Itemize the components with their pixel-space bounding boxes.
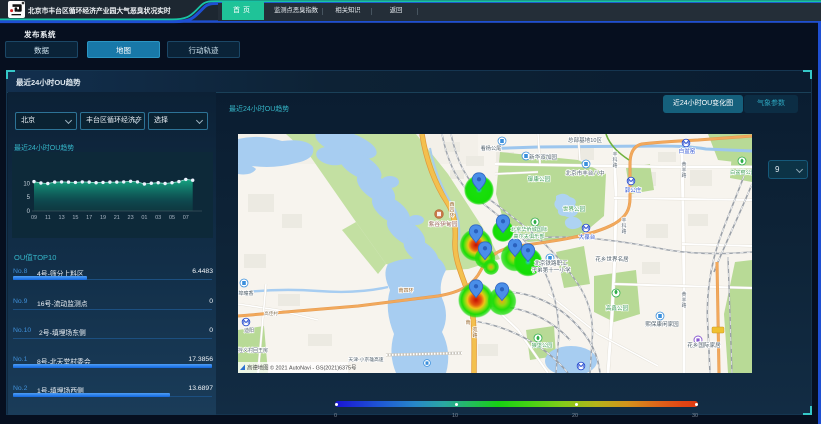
svg-text:19: 19 [100,215,106,221]
svg-text:迪阳: 迪阳 [244,327,254,334]
svg-text:路: 路 [472,332,477,339]
svg-text:高鑫公园: 高鑫公园 [606,304,629,312]
svg-text:环: 环 [449,213,454,219]
svg-text:南四环: 南四环 [398,287,413,294]
svg-text:大葆台: 大葆台 [579,233,596,241]
svg-text:狼垡公园: 狼垡公园 [532,341,553,349]
svg-text:总部基地10区: 总部基地10区 [568,136,603,144]
svg-text:高尔夫俱乐部: 高尔夫俱乐部 [513,232,544,240]
svg-text:御康公园: 御康公园 [528,175,551,183]
svg-text:11: 11 [45,215,51,221]
svg-text:17: 17 [86,215,92,221]
svg-text:花乡世界名居: 花乡世界名居 [595,255,629,263]
svg-text:天津-小京雄高速: 天津-小京雄高速 [348,356,383,363]
svg-text:5: 5 [27,195,31,201]
svg-text:熙保康闲家园: 熙保康闲家园 [645,320,679,328]
svg-text:北京铁路职工: 北京铁路职工 [534,259,568,267]
svg-text:07: 07 [183,215,189,221]
svg-text:路: 路 [621,228,626,235]
svg-text:15: 15 [72,215,78,221]
svg-text:世界公园: 世界公园 [563,205,586,213]
svg-text:南: 南 [465,319,470,326]
svg-text:21: 21 [114,215,120,221]
svg-text:13: 13 [59,215,65,221]
svg-text:郭公庄: 郭公庄 [625,186,642,194]
svg-text:路: 路 [681,172,686,179]
svg-text:01: 01 [141,215,147,221]
svg-text:高德地图 © 2021 AutoNavi - GS(2021: 高德地图 © 2021 AutoNavi - GS(2021)6375号 [247,364,357,372]
svg-text:路: 路 [612,162,617,169]
svg-text:新华双加园: 新华双加园 [529,153,557,161]
svg-text:北京华侨城国际: 北京华侨城国际 [511,225,547,233]
svg-text:09: 09 [31,215,37,221]
svg-text:看杨公尾: 看杨公尾 [481,144,502,152]
svg-text:花乡国际家居: 花乡国际家居 [687,341,721,349]
svg-text:紫谷伊甸园: 紫谷伊甸园 [429,220,458,228]
svg-text:埠疃香: 埠疃香 [238,290,253,297]
svg-text:白盆窑: 白盆窑 [679,147,696,155]
svg-text:拴义村回王房: 拴义村回王房 [238,347,268,354]
svg-text:05: 05 [169,215,175,221]
svg-text:路: 路 [681,302,686,309]
svg-text:白盆窑公园: 白盆窑公园 [730,168,752,176]
svg-text:高佳村: 高佳村 [264,310,278,317]
svg-text:10: 10 [23,182,30,188]
svg-text:03: 03 [155,215,161,221]
svg-text:子弟第十一小学: 子弟第十一小学 [531,266,571,274]
svg-text:23: 23 [128,215,134,221]
svg-text:北京市丰台八中: 北京市丰台八中 [565,169,605,177]
